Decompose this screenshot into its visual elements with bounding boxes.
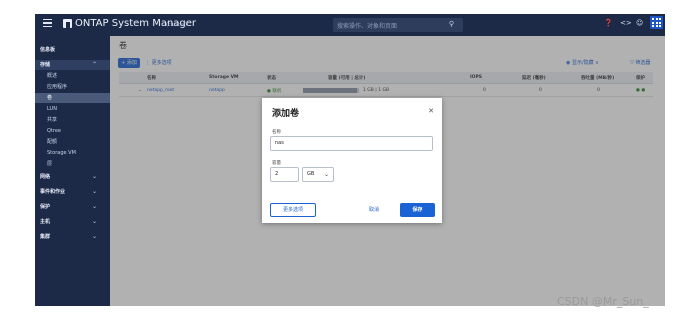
chevron-down-icon: ⌄ — [91, 173, 97, 180]
sidebar-item-label: 存储 — [40, 62, 51, 68]
help-icon[interactable]: ❓ — [604, 19, 613, 27]
unit-select-value: GB — [307, 171, 315, 177]
chevron-down-icon: ⌄ — [91, 188, 97, 195]
save-button[interactable]: 保存 — [400, 203, 435, 217]
watermark: CSDN @Mr_Sun_ — [557, 295, 649, 308]
sidebar-item-label: 配额 — [47, 139, 58, 145]
sidebar-item-label: 主机 — [40, 219, 51, 225]
apps-grid-icon[interactable] — [650, 16, 663, 29]
sidebar-item-protection[interactable]: 保护 ⌄ — [35, 202, 110, 212]
size-label: 容量 — [272, 161, 281, 166]
sidebar-item-label: 保护 — [40, 204, 51, 210]
sidebar-item-qtree[interactable]: Qtree — [35, 126, 110, 136]
size-input[interactable]: 2 — [270, 167, 299, 182]
sidebar-item-dashboard[interactable]: 信息板 — [35, 45, 110, 55]
chevron-down-icon: ⌄ — [91, 233, 97, 240]
sidebar-item-label: Storage VM — [47, 150, 76, 156]
chevron-down-icon: ⌄ — [323, 171, 329, 178]
more-options-button[interactable]: 更多选项 — [270, 203, 316, 217]
sidebar-item-network[interactable]: 网络 ⌄ — [35, 172, 110, 182]
sidebar-item-hosts[interactable]: 主机 ⌄ — [35, 217, 110, 227]
sidebar-item-label: 信息板 — [40, 47, 56, 53]
sidebar-item-label: 卷 — [47, 95, 53, 101]
user-icon[interactable]: ☺ — [636, 19, 643, 27]
sidebar-item-label: 层 — [47, 161, 53, 167]
chevron-down-icon: ⌄ — [91, 218, 97, 225]
code-icon[interactable]: <> — [620, 19, 632, 27]
sidebar-item-label: 共享 — [47, 117, 58, 123]
netapp-logo-icon — [63, 19, 72, 28]
sidebar-item-label: 概述 — [47, 73, 58, 79]
chevron-down-icon: ⌄ — [91, 203, 97, 210]
sidebar-item-volumes[interactable]: 卷 — [35, 93, 110, 103]
app-window: ONTAP System Manager (cluster) 搜索操作、对象和页… — [35, 14, 665, 306]
close-icon[interactable]: ✕ — [428, 107, 434, 115]
sidebar-item-label: 网络 — [40, 174, 51, 180]
sidebar-item-cluster[interactable]: 集群 ⌄ — [35, 232, 110, 242]
sidebar-item-label: LUN — [47, 106, 57, 112]
cluster-name: (cluster) — [166, 22, 187, 28]
chevron-up-icon: ⌃ — [91, 61, 97, 68]
sidebar-item-applications[interactable]: 应用程序 — [35, 82, 110, 92]
sidebar-item-overview[interactable]: 概述 — [35, 71, 110, 81]
search-bar[interactable]: 搜索操作、对象和页面 ⚲ — [333, 18, 463, 32]
sidebar-item-quotas[interactable]: 配额 — [35, 137, 110, 147]
cancel-button[interactable]: 取消 — [361, 203, 387, 217]
add-volume-dialog: 添加卷 ✕ 名称 nas 容量 2 GB ⌄ 更多选项 取消 保存 — [262, 98, 442, 223]
search-input[interactable]: 搜索操作、对象和页面 — [337, 21, 397, 30]
unit-select[interactable]: GB ⌄ — [302, 167, 334, 182]
sidebar: 信息板 存储 ⌃ 概述 应用程序 卷 LUN 共享 Qtree 配额 Storag… — [35, 36, 110, 306]
sidebar-item-shares[interactable]: 共享 — [35, 115, 110, 125]
sidebar-item-lun[interactable]: LUN — [35, 104, 110, 114]
name-label: 名称 — [272, 130, 281, 135]
sidebar-item-label: 事件和作业 — [40, 189, 66, 195]
sidebar-item-label: 应用程序 — [47, 84, 68, 90]
top-bar: ONTAP System Manager (cluster) 搜索操作、对象和页… — [35, 14, 665, 36]
search-icon[interactable]: ⚲ — [449, 20, 454, 28]
dialog-title: 添加卷 — [272, 109, 300, 119]
sidebar-item-label: 集群 — [40, 234, 51, 240]
sidebar-item-storage-vm[interactable]: Storage VM — [35, 148, 110, 158]
name-input[interactable]: nas — [270, 136, 433, 151]
sidebar-item-storage[interactable]: 存储 ⌃ — [35, 60, 110, 70]
sidebar-item-label: Qtree — [47, 128, 61, 134]
sidebar-item-tiers[interactable]: 层 — [35, 159, 110, 169]
sidebar-item-events-jobs[interactable]: 事件和作业 ⌄ — [35, 187, 110, 197]
hamburger-icon[interactable] — [43, 19, 52, 28]
